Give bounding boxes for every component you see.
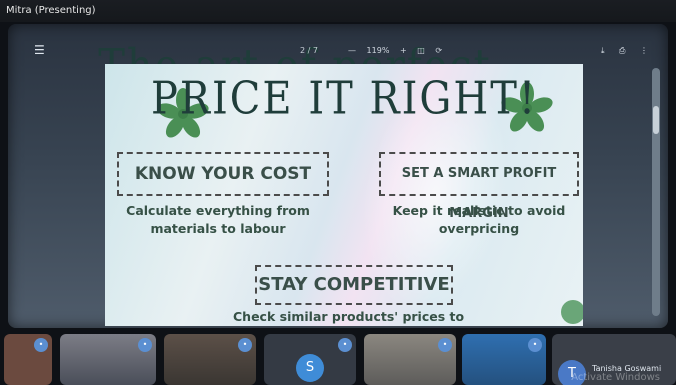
download-icon[interactable]: ⤓: [601, 46, 605, 55]
zoom-controls: — 119% + ◫ ⟳: [348, 46, 450, 55]
zoom-out-button[interactable]: —: [348, 46, 356, 55]
slide-title: PRICE IT RIGHT!: [150, 73, 538, 125]
profit-margin-box: SET A SMART PROFIT MARGIN: [379, 152, 579, 221]
slide-scrollbar[interactable]: [652, 68, 660, 316]
zoom-value[interactable]: 119%: [367, 46, 390, 55]
participant-tile[interactable]: S •: [264, 334, 356, 385]
windows-watermark: Activate Windows: [571, 372, 660, 383]
more-icon[interactable]: ⋮: [640, 46, 648, 55]
slide-canvas: PRICE IT RIGHT! KNOW YOUR COST Calculate…: [105, 64, 583, 326]
profit-margin-text: Keep it realistic to avoid overpricing: [392, 203, 566, 236]
participant-avatar: S: [296, 354, 324, 382]
pdf-toolbar: ☰ The art of perfect pricing 2 / 7 — 119…: [8, 36, 648, 143]
mic-icon: •: [34, 338, 48, 352]
know-your-cost-box: KNOW YOUR COST: [117, 152, 329, 196]
toolbar-right: ⤓ ⎙ ⋮: [589, 46, 648, 56]
presenter-label: Mitra (Presenting): [0, 0, 676, 22]
fit-page-icon[interactable]: ◫: [417, 46, 425, 55]
participant-tile[interactable]: •: [60, 334, 156, 385]
hamburger-icon[interactable]: ☰: [34, 44, 45, 56]
mic-icon: •: [338, 338, 352, 352]
rotate-icon[interactable]: ⟳: [435, 46, 442, 55]
mic-icon: •: [238, 338, 252, 352]
participant-tile[interactable]: •: [4, 334, 52, 385]
mic-icon: •: [528, 338, 542, 352]
participant-tile[interactable]: •: [364, 334, 456, 385]
stay-competitive-text: Check similar products' prices to: [233, 309, 465, 324]
page-indicator[interactable]: 2 / 7: [300, 46, 318, 55]
zoom-in-button[interactable]: +: [400, 46, 407, 55]
print-icon[interactable]: ⎙: [619, 46, 625, 55]
participant-strip: • • • S • • • T Tanisha Goswami Activate…: [0, 332, 676, 385]
stay-competitive-box: STAY COMPETITIVE: [255, 265, 453, 305]
participant-tile[interactable]: •: [164, 334, 256, 385]
participant-tile[interactable]: •: [462, 334, 546, 385]
leaf-decoration-corner: [561, 300, 583, 324]
know-your-cost-text: Calculate everything from materials to l…: [126, 203, 310, 236]
mic-icon: •: [438, 338, 452, 352]
mic-icon: •: [138, 338, 152, 352]
scrollbar-thumb[interactable]: [653, 106, 659, 134]
